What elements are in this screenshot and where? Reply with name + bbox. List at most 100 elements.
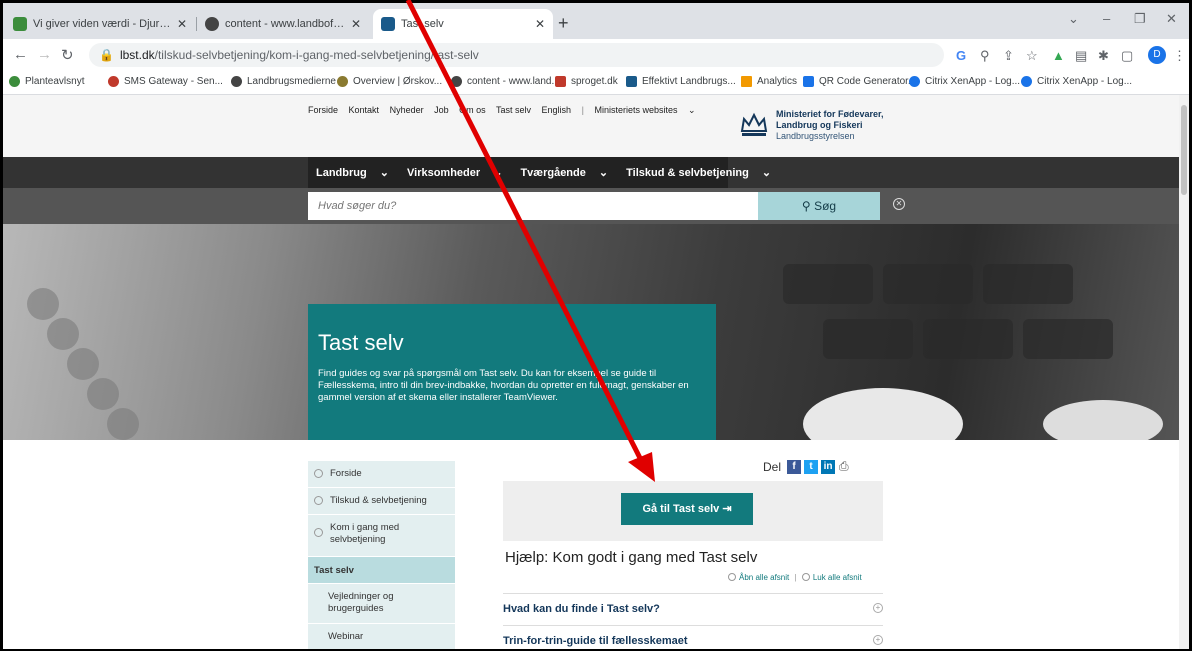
sidenav-label: Forside <box>330 468 362 479</box>
clear-icon[interactable]: ✕ <box>893 198 905 210</box>
facebook-icon[interactable]: f <box>787 459 802 474</box>
bookmark-label: Landbrugsmedierne <box>247 76 336 87</box>
minimize-icon[interactable]: – <box>1103 11 1110 26</box>
nav-label: Landbrug <box>316 167 367 179</box>
drive-icon[interactable]: ▲ <box>1052 48 1065 63</box>
sidenav-label: Webinar <box>328 631 364 642</box>
bookmark-item[interactable]: Overview | Ørskov... <box>337 76 442 87</box>
nav-virksomheder[interactable]: Virksomheder ⌄ <box>403 166 502 179</box>
extension-icon[interactable]: ▤ <box>1075 48 1087 64</box>
close-all-label: Luk alle afsnit <box>812 573 862 582</box>
sidenav-item-tilskud[interactable]: Tilskud & selvbetjening <box>308 488 455 515</box>
bookmarks-bar: Planteavlsnyt SMS Gateway - Sen... Landb… <box>3 71 1189 95</box>
address-bar[interactable]: 🔒 lbst.dk/tilskud-selvbetjening/kom-i-gan… <box>89 43 944 67</box>
main-nav-items: Landbrug ⌄ Virksomheder ⌄ Tværgående ⌄ T… <box>308 157 771 188</box>
scrollbar-thumb[interactable] <box>1181 105 1187 195</box>
bookmark-label: Citrix XenApp - Log... <box>925 76 1021 87</box>
bookmark-label: Overview | Ørskov... <box>353 76 443 87</box>
bookmark-item[interactable]: Analytics <box>741 76 797 87</box>
zoom-icon[interactable]: ⚲ <box>980 48 990 64</box>
expand-collapse-controls: Åbn alle afsnit | Luk alle afsnit <box>728 573 862 582</box>
search-icon: ⚲ <box>801 199 811 213</box>
search-input[interactable] <box>308 192 758 220</box>
top-link-tast-selv[interactable]: Tast selv <box>496 105 531 115</box>
accordion-item-what-can-you-find[interactable]: Hvad kan du finde i Tast selv? + <box>503 593 883 623</box>
reload-icon[interactable]: ↻ <box>61 46 74 64</box>
scrollbar[interactable] <box>1179 95 1189 649</box>
chevron-down-icon[interactable]: ⌄ <box>1068 11 1079 27</box>
open-all-link[interactable]: Åbn alle afsnit <box>728 573 789 582</box>
url-host: lbst.dk <box>119 48 155 62</box>
bookmark-item[interactable]: SMS Gateway - Sen... <box>108 76 223 87</box>
top-link-job[interactable]: Job <box>434 105 449 115</box>
sidenav-item-kom-i-gang[interactable]: Kom i gang med selvbetjening <box>308 515 455 557</box>
bookmark-item[interactable]: Effektivt Landbrugs... <box>626 76 736 87</box>
sidenav-item-tast-selv[interactable]: Tast selv <box>308 557 455 584</box>
sidenav-item-forside[interactable]: Forside <box>308 461 455 488</box>
top-link-english[interactable]: English <box>542 105 572 115</box>
top-link-om-os[interactable]: Om os <box>459 105 486 115</box>
analytics-icon <box>741 76 752 87</box>
sidenav-item-webinar[interactable]: Webinar <box>308 624 455 649</box>
close-icon[interactable]: ✕ <box>535 17 545 31</box>
menu-icon[interactable]: ⋮ <box>1173 48 1186 64</box>
bookmark-item[interactable]: Citrix XenApp - Log... <box>1021 76 1132 87</box>
forward-icon[interactable]: → <box>37 46 52 63</box>
main-nav: Landbrug ⌄ Virksomheder ⌄ Tværgående ⌄ T… <box>3 157 1179 188</box>
tab-strip: Vi giver viden værdi - Djursland L ✕ con… <box>3 3 1189 39</box>
ministry-name-line-2: Landbrug og Fiskeri <box>776 120 863 130</box>
bookmark-icon <box>9 76 20 87</box>
close-all-link[interactable]: Luk alle afsnit <box>801 573 862 582</box>
nav-tilskud[interactable]: Tilskud & selvbetjening ⌄ <box>622 166 771 179</box>
sidenav-item-vejledninger[interactable]: Vejledninger og brugerguides <box>308 584 455 624</box>
go-to-tast-selv-button[interactable]: Gå til Tast selv ⇥ <box>621 493 753 525</box>
ministry-name: Ministeriet for Fødevarer, Landbrug og F… <box>776 109 884 142</box>
star-icon[interactable]: ☆ <box>1026 48 1038 64</box>
sidepanel-icon[interactable]: ▢ <box>1121 48 1133 64</box>
new-tab-button[interactable]: + <box>558 13 569 34</box>
bookmark-item[interactable]: Landbrugsmedierne <box>231 76 336 87</box>
bookmark-item[interactable]: Planteavlsnyt <box>9 76 84 87</box>
window-close-icon[interactable]: ✕ <box>1166 11 1177 27</box>
address-toolbar: ← → ↻ 🔒 lbst.dk/tilskud-selvbetjening/kom… <box>3 39 1189 71</box>
back-icon[interactable]: ← <box>13 46 28 63</box>
accordion-item-step-guide[interactable]: Trin-for-trin-guide til fællesskemaet + <box>503 625 883 649</box>
top-link-kontakt[interactable]: Kontakt <box>349 105 380 115</box>
bookmark-item[interactable]: Citrix XenApp - Log... <box>909 76 1020 87</box>
bookmark-label: QR Code Generator... <box>819 76 917 87</box>
close-icon[interactable]: ✕ <box>177 17 187 31</box>
tab-djursland[interactable]: Vi giver viden værdi - Djursland L ✕ <box>5 9 195 39</box>
top-link-forside[interactable]: Forside <box>308 105 338 115</box>
heart-icon <box>108 76 119 87</box>
bookmark-item[interactable]: content - www.land... <box>451 76 560 87</box>
google-icon[interactable]: G <box>956 48 966 63</box>
linkedin-icon[interactable]: in <box>821 459 836 474</box>
print-icon[interactable]: ⎙ <box>839 459 849 474</box>
tab-landboforening[interactable]: content - www.landboforening.dk ✕ <box>197 9 369 39</box>
top-link-nyheder[interactable]: Nyheder <box>390 105 424 115</box>
close-icon[interactable]: ✕ <box>351 17 361 31</box>
bookmark-item[interactable]: QR Code Generator... <box>803 76 916 87</box>
hero-banner: Tast selv Find guides og svar på spørgsm… <box>3 224 1179 440</box>
tab-tast-selv[interactable]: Tast selv ✕ <box>373 9 553 39</box>
twitter-icon[interactable]: t <box>804 459 819 474</box>
nav-landbrug[interactable]: Landbrug ⌄ <box>312 166 389 179</box>
speech-icon <box>555 76 566 87</box>
ministry-logo[interactable]: Ministeriet for Fødevarer, Landbrug og F… <box>738 109 884 142</box>
help-heading: Hjælp: Kom godt i gang med Tast selv <box>505 549 758 566</box>
avatar[interactable]: D <box>1148 46 1166 64</box>
login-icon: ⇥ <box>722 503 732 515</box>
nav-tvaergaaende[interactable]: Tværgående ⌄ <box>516 166 608 179</box>
puzzle-icon[interactable]: ✱ <box>1098 48 1109 64</box>
bookmark-item[interactable]: sproget.dk <box>555 76 618 87</box>
ministry-websites-link[interactable]: Ministeriets websites ⌄ <box>594 105 703 115</box>
share-icon[interactable]: ⇪ <box>1003 48 1014 64</box>
circle-icon <box>314 496 323 505</box>
nav-label: Tværgående <box>520 167 586 179</box>
nav-label: Virksomheder <box>407 167 481 179</box>
globe-icon <box>231 76 242 87</box>
search-button[interactable]: ⚲ Søg <box>758 192 880 220</box>
restore-icon[interactable]: ❐ <box>1134 11 1146 27</box>
accordion-label: Hvad kan du finde i Tast selv? <box>503 603 660 615</box>
crown-favicon-icon <box>381 17 395 31</box>
